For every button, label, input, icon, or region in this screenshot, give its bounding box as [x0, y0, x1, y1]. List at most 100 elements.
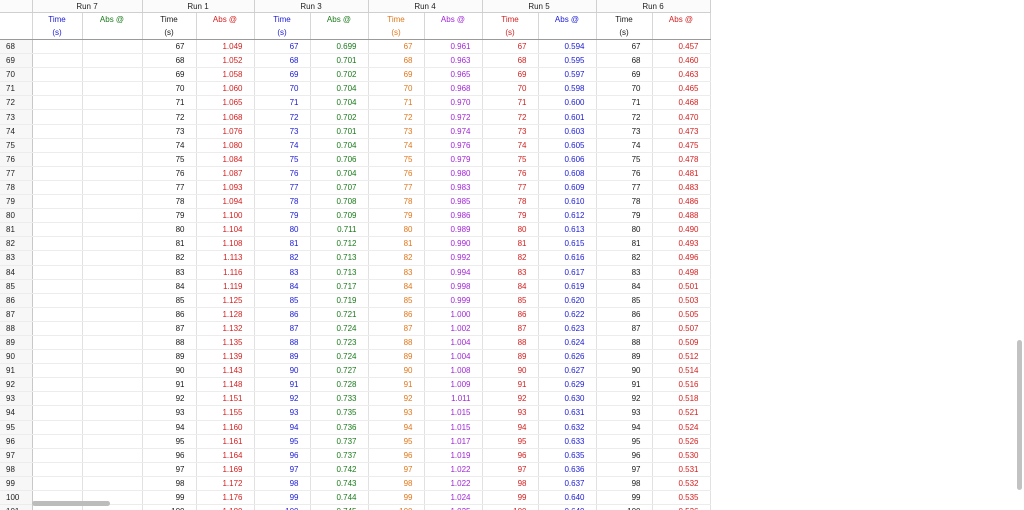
time-cell[interactable]: 88	[142, 335, 197, 351]
row-number[interactable]: 72	[0, 95, 33, 111]
time-cell[interactable]: 94	[596, 420, 653, 435]
row-number[interactable]: 73	[0, 109, 33, 125]
time-cell[interactable]: 93	[142, 405, 197, 421]
abs-cell[interactable]: 0.518	[652, 391, 711, 407]
abs-cell[interactable]	[82, 152, 143, 167]
time-cell[interactable]: 91	[142, 377, 197, 393]
abs-cell[interactable]: 0.626	[538, 349, 597, 365]
abs-cell[interactable]: 0.486	[652, 194, 711, 210]
abs-column-header[interactable]: Abs @	[196, 12, 255, 25]
abs-cell[interactable]: 0.521	[652, 405, 711, 421]
abs-cell[interactable]	[82, 307, 143, 322]
time-cell[interactable]: 79	[254, 208, 311, 224]
abs-cell[interactable]: 0.733	[310, 391, 369, 407]
time-cell[interactable]: 87	[142, 321, 197, 336]
abs-cell[interactable]: 0.514	[652, 363, 711, 379]
abs-cell[interactable]: 1.058	[196, 67, 255, 83]
row-number[interactable]: 94	[0, 405, 33, 421]
row-number[interactable]: 70	[0, 67, 33, 83]
time-cell[interactable]: 80	[482, 222, 539, 238]
time-cell[interactable]: 91	[596, 377, 653, 393]
time-cell[interactable]: 90	[142, 363, 197, 379]
row-number[interactable]: 82	[0, 236, 33, 252]
time-cell[interactable]: 75	[368, 152, 425, 167]
time-cell[interactable]: 83	[482, 265, 539, 280]
abs-cell[interactable]: 0.736	[310, 420, 369, 435]
run-header[interactable]: Run 4	[368, 0, 483, 13]
abs-cell[interactable]: 0.704	[310, 95, 369, 111]
abs-cell[interactable]: 0.531	[652, 462, 711, 477]
time-cell[interactable]: 94	[254, 420, 311, 435]
time-column-header[interactable]: Time	[142, 12, 197, 25]
time-cell[interactable]: 74	[142, 138, 197, 153]
abs-cell[interactable]: 1.108	[196, 236, 255, 252]
time-unit-cell[interactable]: (s)	[142, 25, 197, 40]
abs-cell[interactable]: 0.990	[424, 236, 483, 252]
time-cell[interactable]: 81	[142, 236, 197, 252]
abs-cell[interactable]: 1.076	[196, 124, 255, 139]
abs-cell[interactable]: 0.505	[652, 307, 711, 322]
abs-cell[interactable]: 1.093	[196, 180, 255, 196]
time-cell[interactable]: 99	[254, 490, 311, 506]
abs-cell[interactable]: 0.743	[310, 476, 369, 492]
time-cell[interactable]: 72	[368, 109, 425, 125]
abs-cell[interactable]: 1.052	[196, 53, 255, 69]
time-cell[interactable]: 97	[482, 462, 539, 477]
time-cell[interactable]: 67	[254, 39, 311, 55]
abs-cell[interactable]: 1.009	[424, 377, 483, 393]
abs-cell[interactable]: 0.503	[652, 293, 711, 308]
abs-cell[interactable]: 0.745	[310, 504, 369, 510]
row-number[interactable]: 85	[0, 279, 33, 294]
abs-cell[interactable]: 0.709	[310, 208, 369, 224]
abs-cell[interactable]: 1.011	[424, 391, 483, 407]
abs-cell[interactable]: 0.509	[652, 335, 711, 351]
abs-cell[interactable]	[82, 462, 143, 477]
abs-cell[interactable]: 1.024	[424, 490, 483, 506]
row-number[interactable]: 98	[0, 462, 33, 477]
abs-cell[interactable]	[82, 293, 143, 308]
row-number[interactable]: 90	[0, 349, 33, 365]
time-cell[interactable]: 75	[596, 152, 653, 167]
time-cell[interactable]: 96	[368, 448, 425, 463]
abs-cell[interactable]: 1.080	[196, 138, 255, 153]
abs-cell[interactable]: 0.636	[538, 462, 597, 477]
abs-cell[interactable]: 0.616	[538, 250, 597, 266]
row-number[interactable]: 86	[0, 293, 33, 308]
abs-cell[interactable]	[82, 363, 143, 379]
time-cell[interactable]: 85	[596, 293, 653, 308]
abs-cell[interactable]: 1.004	[424, 349, 483, 365]
abs-cell[interactable]: 1.068	[196, 109, 255, 125]
time-cell[interactable]: 79	[142, 208, 197, 224]
time-cell[interactable]: 68	[368, 53, 425, 69]
abs-cell[interactable]: 0.744	[310, 490, 369, 506]
abs-cell[interactable]	[82, 391, 143, 407]
time-cell[interactable]: 95	[482, 434, 539, 449]
abs-cell[interactable]	[82, 279, 143, 294]
abs-cell[interactable]: 0.737	[310, 434, 369, 449]
time-cell[interactable]: 78	[254, 194, 311, 210]
row-number[interactable]: 99	[0, 476, 33, 492]
abs-column-header[interactable]: Abs @	[82, 12, 143, 25]
time-cell[interactable]: 83	[142, 265, 197, 280]
abs-cell[interactable]: 0.999	[424, 293, 483, 308]
abs-cell[interactable]: 1.000	[424, 307, 483, 322]
abs-cell[interactable]: 0.640	[538, 490, 597, 506]
time-cell[interactable]: 79	[482, 208, 539, 224]
time-cell[interactable]: 83	[596, 265, 653, 280]
abs-unit-cell[interactable]	[652, 25, 711, 40]
abs-cell[interactable]: 0.712	[310, 236, 369, 252]
time-cell[interactable]: 78	[368, 194, 425, 210]
abs-cell[interactable]: 1.094	[196, 194, 255, 210]
time-cell[interactable]: 73	[596, 124, 653, 139]
abs-cell[interactable]: 0.623	[538, 321, 597, 336]
time-cell[interactable]: 97	[368, 462, 425, 477]
time-cell[interactable]: 100	[368, 504, 425, 510]
time-cell[interactable]	[32, 293, 83, 308]
time-cell[interactable]: 84	[368, 279, 425, 294]
abs-unit-cell[interactable]	[424, 25, 483, 40]
time-cell[interactable]: 72	[596, 109, 653, 125]
time-cell[interactable]: 94	[368, 420, 425, 435]
time-cell[interactable]: 89	[482, 349, 539, 365]
time-cell[interactable]: 77	[142, 180, 197, 196]
time-cell[interactable]: 69	[482, 67, 539, 83]
